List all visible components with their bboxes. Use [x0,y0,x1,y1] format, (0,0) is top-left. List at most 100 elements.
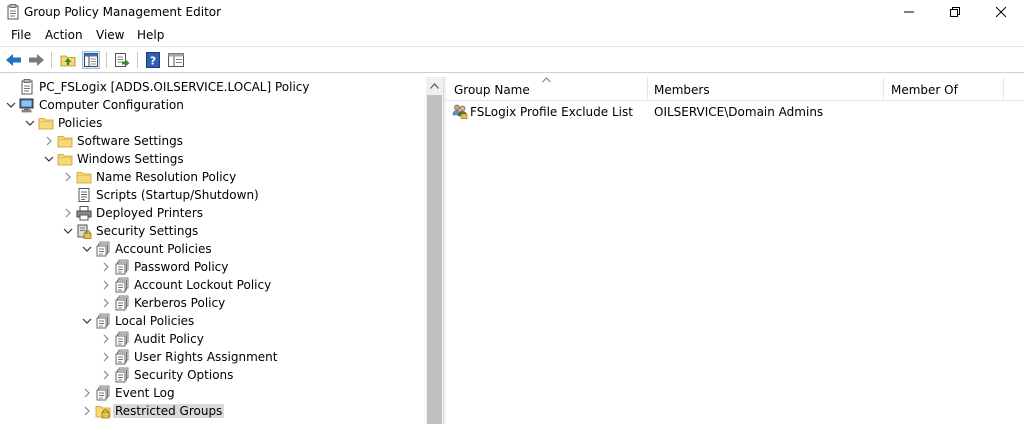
chevron-right-icon[interactable] [43,135,55,147]
tree-node[interactable]: Local Policies [0,312,426,330]
tree-node[interactable]: Deployed Printers [0,204,426,222]
chevron-right-icon[interactable] [100,369,112,381]
list-item[interactable]: FSLogix Profile Exclude List OILSERVICE\… [446,102,1024,122]
restricted-group-icon [452,104,468,119]
menu-view[interactable]: View [96,28,124,42]
chevron-down-icon[interactable] [62,225,74,237]
minimize-button[interactable] [886,0,932,24]
chevron-down-icon[interactable] [24,117,36,129]
computer-icon [19,98,34,113]
folder-icon [38,118,54,130]
tree-node[interactable]: Computer Configuration [0,96,426,114]
properties-button[interactable] [167,51,185,69]
tree-node-label: Local Policies [115,314,195,328]
chevron-right-icon[interactable] [81,405,93,417]
back-button[interactable] [5,51,23,69]
tree-node[interactable]: Security Options [0,366,426,384]
chevron-down-icon[interactable] [43,153,55,165]
menu-action[interactable]: Action [45,28,83,42]
tree-node[interactable]: Policies [0,114,426,132]
tree-node-label: Password Policy [134,260,229,274]
chevron-right-icon[interactable] [62,207,74,219]
tree-node[interactable]: Software Settings [0,132,426,150]
forward-arrow-icon [29,54,44,66]
restricted-groups-folder-icon [95,406,111,419]
column-header-label: Members [654,83,710,97]
tree-node-label: Account Lockout Policy [134,278,272,292]
script-icon [78,188,90,202]
tree-node[interactable]: Security Settings [0,222,426,240]
tree-node[interactable]: Account Policies [0,240,426,258]
policy-stack-icon [115,331,129,347]
chevron-right-icon[interactable] [100,351,112,363]
sort-ascending-icon [542,77,551,83]
back-arrow-icon [6,54,21,66]
tree-node-label: Deployed Printers [96,206,204,220]
column-header-group-name[interactable]: Group Name [446,77,648,101]
up-folder-icon [60,55,76,67]
chevron-right-icon[interactable] [100,333,112,345]
minimize-icon [904,11,914,13]
tree-node[interactable]: Windows Settings [0,150,426,168]
tree-node[interactable]: Name Resolution Policy [0,168,426,186]
security-settings-icon [77,224,92,239]
show-hide-console-tree-button[interactable] [82,51,100,69]
window-title: Group Policy Management Editor [24,5,222,19]
chevron-down-icon[interactable] [5,99,17,111]
scrollbar-thumb[interactable] [427,95,442,424]
tree-node-label: Computer Configuration [39,98,184,112]
restore-button[interactable] [932,0,978,24]
chevron-down-icon[interactable] [81,243,93,255]
folder-icon [57,136,73,148]
policy-stack-icon [115,277,129,293]
tree-node[interactable]: PC_FSLogix [ADDS.OILSERVICE.LOCAL] Polic… [0,78,426,96]
chevron-right-icon[interactable] [100,279,112,291]
tree-node[interactable]: Scripts (Startup/Shutdown) [0,186,426,204]
tree-node[interactable]: Password Policy [0,258,426,276]
help-button[interactable]: ? [144,51,162,69]
forward-button[interactable] [27,51,45,69]
chevron-right-icon[interactable] [81,387,93,399]
chevron-right-icon[interactable] [100,261,112,273]
scroll-up-button[interactable] [426,77,443,94]
tree-node-label: Windows Settings [77,152,184,166]
tree-node[interactable]: Audit Policy [0,330,426,348]
tree-node-label: Name Resolution Policy [96,170,237,184]
policy-document-icon [21,79,33,95]
close-button[interactable] [978,0,1024,24]
tree-node[interactable]: Event Log [0,384,426,402]
column-header-member-of[interactable]: Member Of [883,77,1004,101]
chevron-right-icon[interactable] [62,171,74,183]
properties-icon [168,53,184,67]
tree-node[interactable]: Kerberos Policy [0,294,426,312]
tree-node-label: Software Settings [77,134,183,148]
printer-icon [76,206,92,221]
tree-node-label: Account Policies [115,242,212,256]
column-header-members[interactable]: Members [646,77,884,101]
policy-stack-icon [96,241,110,257]
up-one-level-button[interactable] [59,51,77,69]
tree-node-label: Security Options [134,368,234,382]
close-icon [996,7,1006,17]
members-cell: OILSERVICE\Domain Admins [654,105,824,119]
tree-node-label: Event Log [115,386,175,400]
tree-node[interactable]: User Rights Assignment [0,348,426,366]
column-header-label: Group Name [454,83,530,97]
tree-node[interactable]: Account Lockout Policy [0,276,426,294]
folder-icon [57,154,73,166]
svg-text:?: ? [150,55,156,68]
policy-editor-app-icon [7,4,19,20]
tree-node-label: User Rights Assignment [134,350,278,364]
tree-node-label: PC_FSLogix [ADDS.OILSERVICE.LOCAL] Polic… [39,80,310,94]
tree-node[interactable]: Restricted Groups [0,402,426,420]
chevron-right-icon[interactable] [100,297,112,309]
export-list-button[interactable] [113,51,131,69]
menu-help[interactable]: Help [137,28,164,42]
console-tree[interactable]: PC_FSLogix [ADDS.OILSERVICE.LOCAL] Polic… [0,77,426,424]
policy-stack-icon [115,367,129,383]
toolbar-separator [106,52,107,68]
policy-stack-icon [115,259,129,275]
tree-vertical-scrollbar[interactable] [426,77,443,424]
chevron-down-icon[interactable] [81,315,93,327]
menu-file[interactable]: File [11,28,31,42]
